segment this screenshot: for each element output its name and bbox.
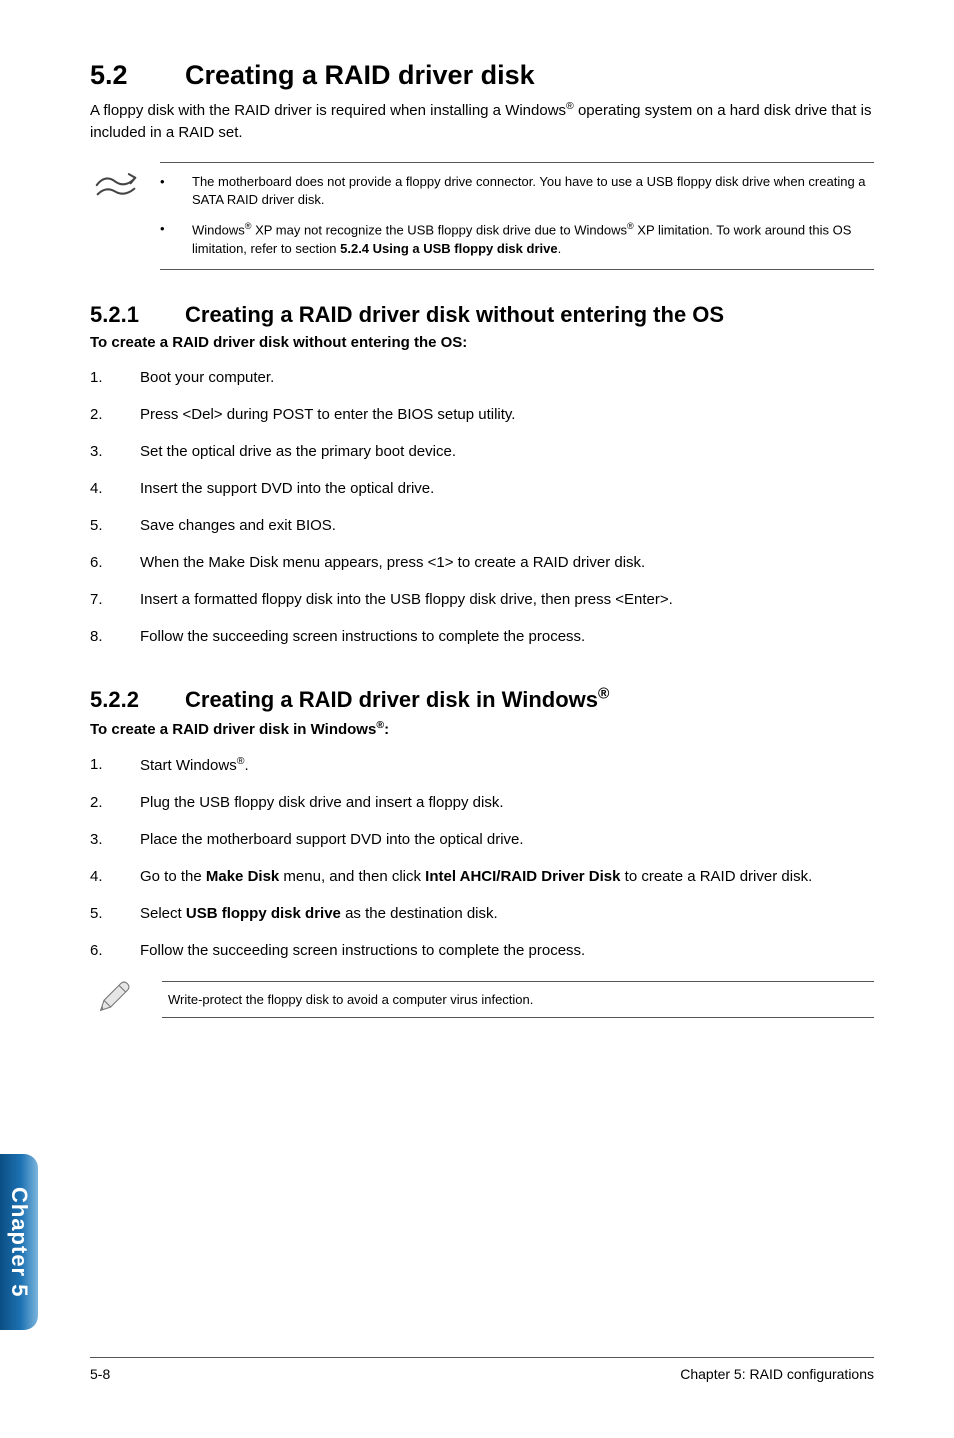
chapter-tab-label: Chapter 5: [6, 1187, 32, 1297]
list-item: 6.Follow the succeeding screen instructi…: [90, 940, 874, 961]
list-item: 2.Plug the USB floppy disk drive and ins…: [90, 792, 874, 813]
list-item: 5.Save changes and exit BIOS.: [90, 515, 874, 536]
list-item: 2.Press <Del> during POST to enter the B…: [90, 404, 874, 425]
step-list: 1.Boot your computer. 2.Press <Del> duri…: [90, 367, 874, 647]
subsection-heading: 5.2.1Creating a RAID driver disk without…: [90, 302, 874, 328]
page-number: 5-8: [90, 1366, 110, 1382]
tip-block: Write-protect the floppy disk to avoid a…: [94, 977, 874, 1022]
list-item: 8.Follow the succeeding screen instructi…: [90, 626, 874, 647]
subsection-subhead: To create a RAID driver disk without ent…: [90, 334, 874, 351]
list-item: 6.When the Make Disk menu appears, press…: [90, 552, 874, 573]
chapter-tab: Chapter 5: [0, 1154, 38, 1330]
subsection-heading: 5.2.2Creating a RAID driver disk in Wind…: [90, 685, 874, 712]
note-text: Windows® XP may not recognize the USB fl…: [192, 220, 868, 259]
pencil-icon: [94, 977, 138, 1022]
subsection-title: Creating a RAID driver disk in Windows®: [185, 687, 609, 712]
section-number: 5.2: [90, 60, 185, 91]
note-block: • The motherboard does not provide a flo…: [94, 162, 874, 271]
note-text: The motherboard does not provide a flopp…: [192, 173, 868, 211]
note-body: • The motherboard does not provide a flo…: [160, 162, 874, 271]
list-item: 7.Insert a formatted floppy disk into th…: [90, 589, 874, 610]
list-item: 3.Set the optical drive as the primary b…: [90, 441, 874, 462]
subsection-title: Creating a RAID driver disk without ente…: [185, 302, 724, 327]
list-item: 1.Boot your computer.: [90, 367, 874, 388]
list-item: 4.Go to the Make Disk menu, and then cli…: [90, 866, 874, 887]
intro-paragraph: A floppy disk with the RAID driver is re…: [90, 99, 874, 144]
list-item: 1.Start Windows®.: [90, 754, 874, 776]
subsection-number: 5.2.1: [90, 302, 185, 328]
footer-chapter: Chapter 5: RAID configurations: [680, 1366, 874, 1382]
note-bullet: • Windows® XP may not recognize the USB …: [160, 220, 868, 259]
subsection-number: 5.2.2: [90, 687, 185, 713]
list-item: 5.Select USB floppy disk drive as the de…: [90, 903, 874, 924]
subsection-subhead: To create a RAID driver disk in Windows®…: [90, 719, 874, 738]
section-heading: 5.2Creating a RAID driver disk: [90, 60, 874, 91]
note-icon: [94, 162, 138, 271]
section-title: Creating a RAID driver disk: [185, 60, 535, 90]
step-list: 1.Start Windows®. 2.Plug the USB floppy …: [90, 754, 874, 961]
note-bullet: • The motherboard does not provide a flo…: [160, 173, 868, 211]
tip-text: Write-protect the floppy disk to avoid a…: [162, 981, 874, 1018]
list-item: 3.Place the motherboard support DVD into…: [90, 829, 874, 850]
list-item: 4.Insert the support DVD into the optica…: [90, 478, 874, 499]
page-footer: 5-8 Chapter 5: RAID configurations: [90, 1357, 874, 1382]
